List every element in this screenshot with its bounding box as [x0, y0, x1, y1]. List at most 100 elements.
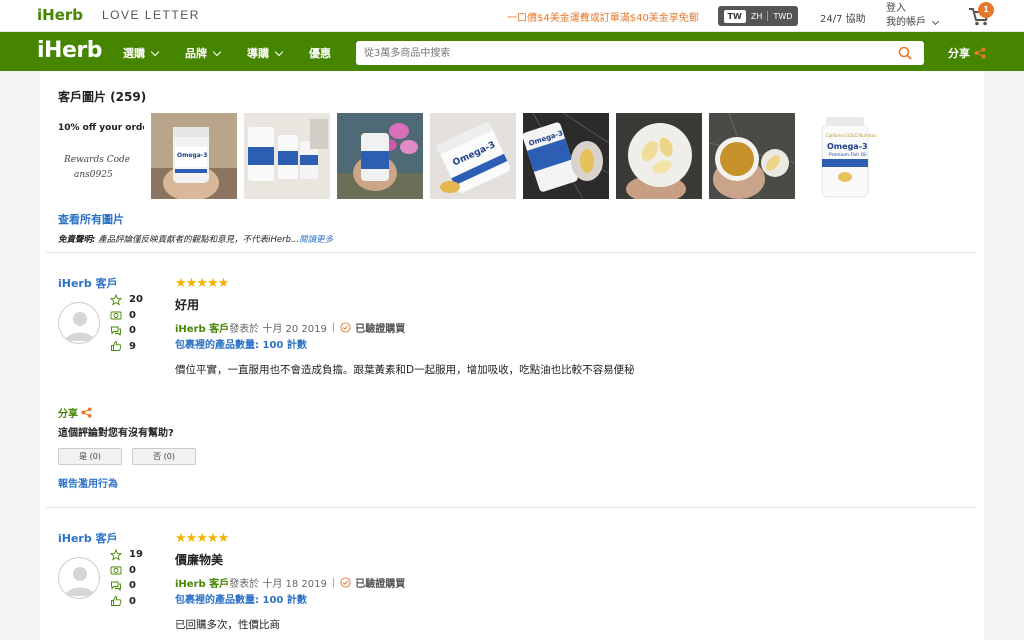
my-account-link[interactable]: 我的帳戶: [886, 16, 926, 30]
verified-purchase-label: 已驗證購買: [355, 324, 406, 335]
nav-guide[interactable]: 導購: [247, 45, 284, 61]
review-divider: [46, 507, 976, 508]
review-meta: iHerb 客戶 發表於 十月 20 2019 | 已驗證購買: [175, 320, 405, 335]
package-quantity[interactable]: 包裹裡的產品數量: 100 計數: [175, 591, 307, 606]
avatar: [58, 557, 100, 599]
meta-separator: |: [331, 322, 336, 333]
shipping-promo[interactable]: 一口價$4美金運費或訂單滿$40美金享免郵: [507, 9, 699, 24]
share-label: 分享: [948, 47, 970, 60]
customer-photo-promo[interactable]: 10% off your order Rewards Code ans0925: [58, 113, 144, 199]
review-author[interactable]: iHerb 客戶: [175, 575, 229, 590]
reviewer-name[interactable]: iHerb 客戶: [58, 275, 118, 291]
lang-separator: [767, 11, 769, 21]
customer-photo-strip: 10% off your order Rewards Code ans0925 …: [58, 113, 888, 199]
thumbs-up-icon: [111, 596, 122, 607]
star-outline-icon: [110, 548, 122, 561]
review-date: 發表於 十月 18 2019: [229, 579, 327, 590]
section-divider: [46, 252, 976, 253]
review-disclaimer: 免責聲明: 產品評論僅反映貢獻者的觀點和意見，不代表iHerb...閱讀更多: [58, 233, 333, 245]
promo-discount-text: 10% off your order: [58, 123, 144, 133]
disclaimer-label: 免責聲明:: [58, 235, 96, 245]
product-sublabel-text: Premium Fish Oil: [829, 152, 867, 158]
stat-photos-count: 0: [129, 564, 136, 576]
customer-photo[interactable]: Omega-3: [430, 113, 516, 199]
lang-zh[interactable]: ZH: [751, 12, 763, 21]
helpful-yes-button[interactable]: 是 (0): [58, 448, 122, 465]
read-more-link[interactable]: 閱讀更多: [299, 235, 333, 245]
helpful-no-button[interactable]: 否 (0): [132, 448, 196, 465]
login-link[interactable]: 登入: [886, 2, 938, 16]
review-title: 價廉物美: [175, 553, 224, 567]
chevron-down-icon: [274, 47, 284, 56]
bottle-photo-image: Omega-3: [151, 113, 237, 199]
reviewer-name[interactable]: iHerb 客戶: [58, 530, 118, 546]
meta-separator: |: [331, 577, 336, 588]
review-date: 發表於 十月 20 2019: [229, 324, 327, 335]
stat-answers-count: 0: [129, 580, 136, 592]
chat-bubble-icon: [111, 326, 121, 336]
thumbs-up-icon: [111, 341, 122, 352]
orchid-photo-image: [337, 113, 423, 199]
search-icon[interactable]: [898, 46, 912, 60]
stat-answers-count: 0: [129, 325, 136, 337]
customer-photo[interactable]: [709, 113, 795, 199]
star-outline-icon: [110, 293, 122, 306]
customer-photo[interactable]: [337, 113, 423, 199]
share-page-button[interactable]: 分享: [948, 45, 986, 61]
view-all-photos-link[interactable]: 查看所有圖片: [58, 211, 124, 227]
avatar: [58, 302, 100, 344]
share-review-button[interactable]: 分享: [58, 405, 92, 420]
review-card: iHerb 客戶 19 0 0 0 ★★★★★ 價廉物美 iHerb 客戶 發表…: [58, 530, 958, 640]
review-title: 好用: [175, 298, 200, 312]
love-letter-logo[interactable]: LOVE LETTER: [102, 8, 200, 22]
review-author[interactable]: iHerb 客戶: [175, 320, 229, 335]
iherb-logo[interactable]: iHerb: [37, 38, 102, 63]
help-link[interactable]: 24/7 協助: [820, 10, 866, 25]
search-input[interactable]: [356, 41, 876, 65]
lang-tw[interactable]: TW: [723, 9, 746, 23]
camera-icon: [110, 566, 122, 575]
nav-deals-label: 優惠: [309, 47, 331, 60]
share-review-label: 分享: [58, 409, 78, 420]
promo-code-text: ans0925: [74, 170, 113, 180]
stat-reviews: 19: [110, 547, 143, 563]
package-quantity[interactable]: 包裹裡的產品數量: 100 計數: [175, 336, 307, 351]
iherb-logo-small[interactable]: iHerb: [37, 6, 83, 24]
bottles-photo-image: [244, 113, 330, 199]
customer-photo[interactable]: California GOLD Nutrition Omega-3 Premiu…: [802, 113, 888, 199]
verified-check-icon: [340, 322, 351, 333]
customer-photo[interactable]: [616, 113, 702, 199]
reviews-content: 客戶圖片 (259) 10% off your order Rewards Co…: [40, 71, 984, 640]
cart-count-badge: 1: [978, 2, 994, 18]
nav-deals[interactable]: 優惠: [309, 45, 331, 61]
stat-answers: 0: [110, 323, 143, 339]
product-label-text: Omega-3: [827, 142, 868, 151]
reviewer-stats: 20 0 0 9: [110, 292, 143, 354]
label-photo-image: Omega-3: [430, 113, 516, 199]
review-body: 已回購多次，性價比商: [175, 619, 280, 631]
customer-photo[interactable]: Omega-3: [151, 113, 237, 199]
nav-guide-label: 導購: [247, 47, 269, 60]
product-photo-image: California GOLD Nutrition Omega-3 Premiu…: [802, 113, 888, 199]
customer-photo[interactable]: Omega-3: [523, 113, 609, 199]
account-menu[interactable]: 登入 我的帳戶: [886, 2, 940, 30]
report-abuse-link[interactable]: 報告濫用行為: [58, 475, 118, 490]
nav-brands[interactable]: 品牌: [185, 45, 222, 61]
stat-photos: 0: [110, 563, 143, 579]
star-rating: ★★★★★: [175, 531, 229, 546]
stat-helpful: 9: [110, 339, 143, 355]
language-currency-switch[interactable]: TW ZH TWD: [718, 6, 798, 26]
default-avatar-icon: [65, 567, 95, 596]
reviewer-stats: 19 0 0 0: [110, 547, 143, 609]
customer-photo[interactable]: [244, 113, 330, 199]
svg-text:Omega-3: Omega-3: [177, 152, 207, 159]
verified-purchase-label: 已驗證購買: [355, 579, 406, 590]
currency-twd[interactable]: TWD: [774, 12, 793, 21]
review-meta: iHerb 客戶 發表於 十月 18 2019 | 已驗證購買: [175, 575, 405, 590]
chevron-down-icon: [150, 47, 160, 56]
nav-shop[interactable]: 選購: [123, 45, 160, 61]
stat-helpful: 0: [110, 594, 143, 610]
stat-reviews-count: 19: [129, 549, 143, 561]
spilled-capsules-photo-image: Omega-3: [523, 113, 609, 199]
share-icon: [81, 407, 92, 418]
